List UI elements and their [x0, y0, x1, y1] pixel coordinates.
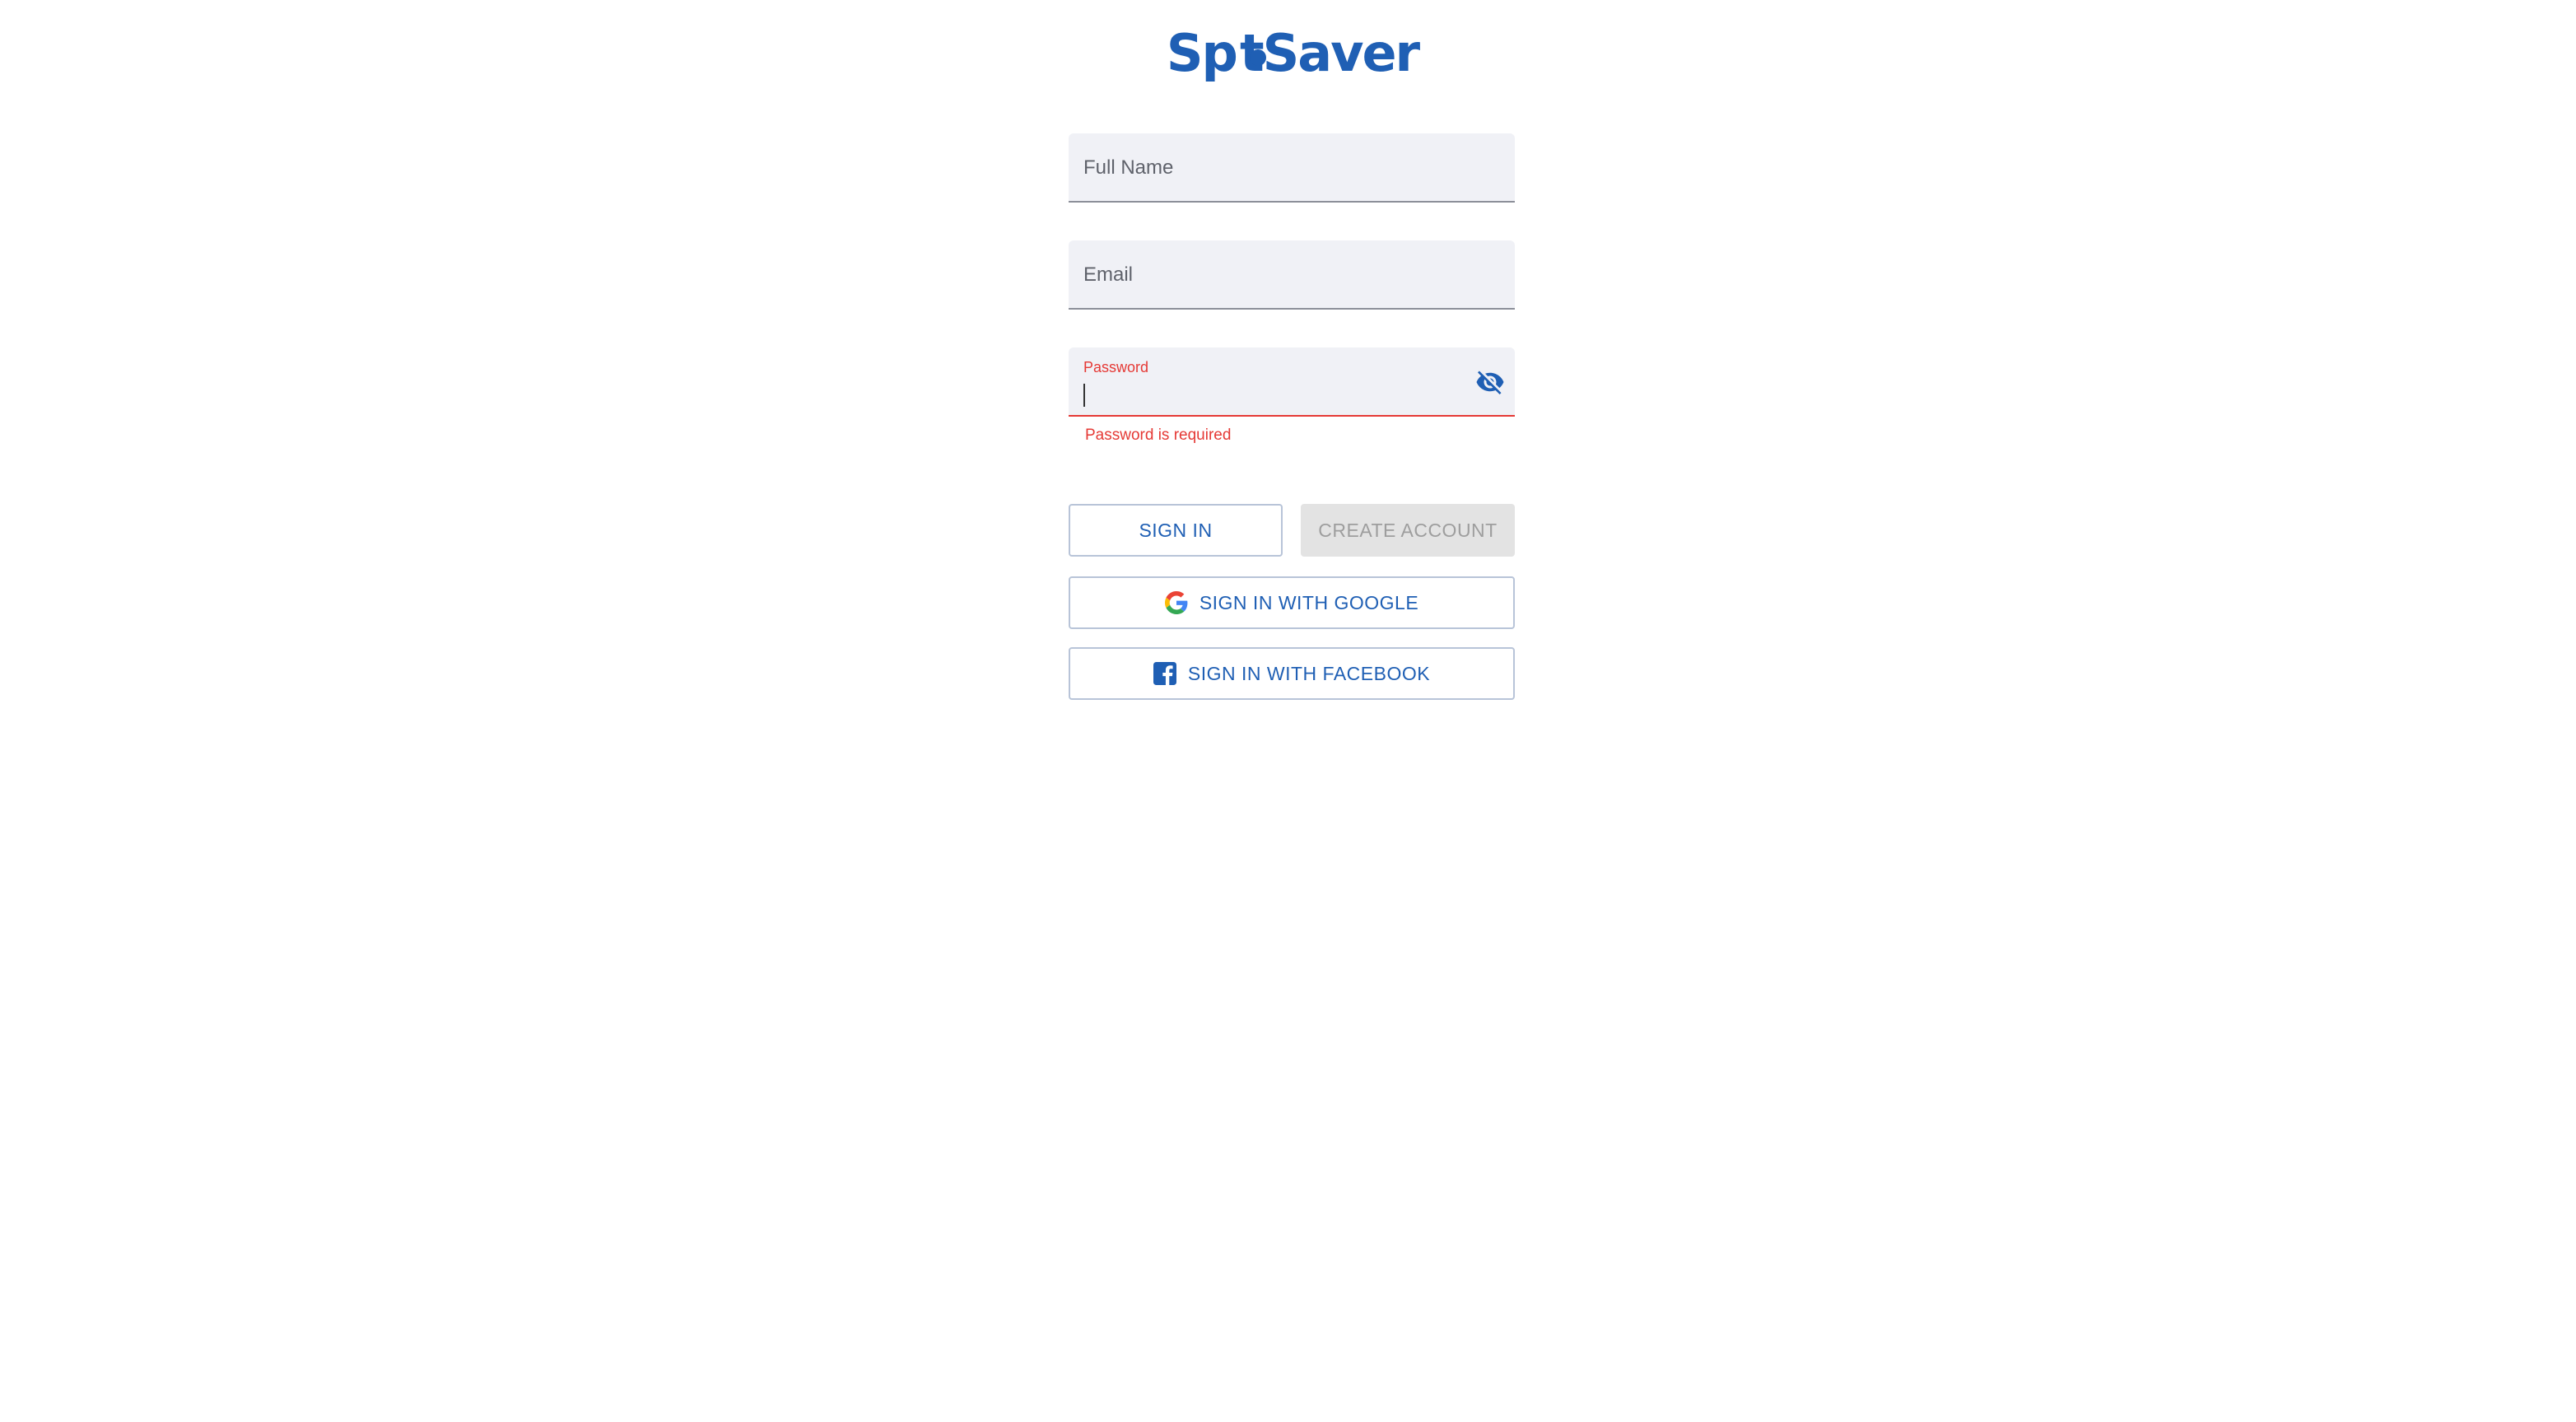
sign-in-facebook-label: SIGN IN WITH FACEBOOK — [1187, 662, 1431, 684]
password-error-message: Password is required — [1085, 427, 1232, 444]
email-field[interactable]: Email — [1069, 240, 1515, 310]
sign-in-button[interactable]: SIGN IN — [1069, 504, 1283, 557]
eye-off-icon[interactable] — [1475, 367, 1505, 397]
text-cursor — [1083, 384, 1085, 407]
sign-in-google-button[interactable]: SIGN IN WITH GOOGLE — [1069, 576, 1515, 629]
email-label: Email — [1083, 263, 1134, 286]
password-label: Password — [1083, 359, 1149, 375]
primary-actions: SIGN IN CREATE ACCOUNT — [1069, 504, 1515, 557]
signup-form: Full Name Email Password Password is req… — [1069, 133, 1515, 455]
spotsaver-logo: Sp tSaver — [1166, 21, 1420, 84]
create-account-button[interactable]: CREATE ACCOUNT — [1301, 504, 1515, 557]
full-name-label: Full Name — [1083, 156, 1174, 179]
full-name-field[interactable]: Full Name — [1069, 133, 1515, 203]
login-page: Sp tSaver Full Name Email Password Passwo… — [0, 0, 2576, 1422]
sign-in-facebook-button[interactable]: SIGN IN WITH FACEBOOK — [1069, 647, 1515, 700]
password-field[interactable]: Password Password is required — [1069, 347, 1515, 444]
sign-in-google-label: SIGN IN WITH GOOGLE — [1199, 591, 1419, 613]
logo-text-start: Sp — [1166, 22, 1238, 83]
logo-text-end: tSaver — [1239, 22, 1420, 83]
facebook-icon — [1153, 662, 1176, 685]
google-icon — [1164, 591, 1188, 614]
